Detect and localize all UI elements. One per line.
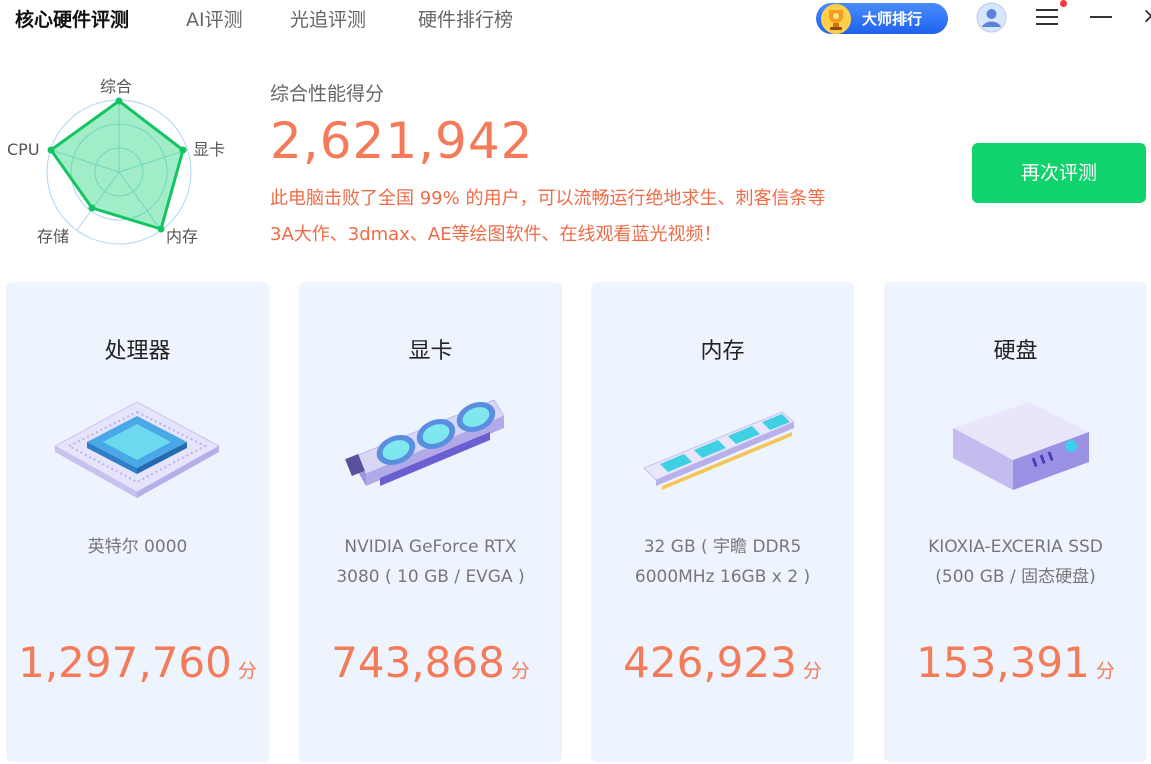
card-score-unit: 分 xyxy=(802,660,822,682)
card-score-value: 743,868 xyxy=(331,638,505,687)
notification-dot xyxy=(1060,0,1067,7)
graphics-card-icon xyxy=(345,399,505,486)
card-cpu[interactable]: 处理器 英特尔 0000 1,297,760 分 xyxy=(6,282,269,762)
card-memory[interactable]: 内存 32 GB ( 宇瞻 DDR5 6000MHz 16GB x 2 ) 42… xyxy=(591,282,854,762)
device-name-line-1: NVIDIA GeForce RTX xyxy=(344,537,517,557)
overall-score-value: 2,621,942 xyxy=(270,112,534,170)
trophy-icon xyxy=(821,4,851,34)
tab-ray-tracing[interactable]: 光追评测 xyxy=(290,5,366,32)
hard-disk-icon xyxy=(953,402,1089,490)
card-score-value: 1,297,760 xyxy=(18,638,232,687)
memory-stick-icon xyxy=(643,411,795,490)
card-score: 426,923 分 xyxy=(591,638,854,687)
close-icon[interactable]: × xyxy=(1142,3,1151,31)
user-avatar-icon[interactable] xyxy=(976,2,1007,33)
master-rank-label: 大师排行 xyxy=(862,10,923,28)
device-name-line-1: 英特尔 0000 xyxy=(87,537,188,557)
minimize-icon[interactable] xyxy=(1090,16,1112,18)
card-title: 硬盘 xyxy=(993,339,1038,364)
card-score-unit: 分 xyxy=(1095,660,1115,682)
cpu-chip-icon xyxy=(53,401,221,498)
device-name-line-1: 32 GB ( 宇瞻 DDR5 xyxy=(643,537,802,557)
radar-label-gpu: 显卡 xyxy=(193,140,225,159)
performance-radar-chart: 综合 显卡 内存 存储 CPU xyxy=(7,77,225,246)
card-device-name: NVIDIA GeForce RTX 3080 ( 10 GB / EVGA ) xyxy=(319,532,542,592)
card-score: 153,391 分 xyxy=(884,638,1147,687)
master-rank-button[interactable]: 大师排行 xyxy=(816,3,948,34)
top-nav-bar: 核心硬件评测 AI评测 光追评测 硬件排行榜 大师排行 × xyxy=(0,0,1151,38)
card-title: 处理器 xyxy=(104,339,171,364)
tab-ai-test[interactable]: AI评测 xyxy=(186,5,243,32)
overall-score-title: 综合性能得分 xyxy=(270,83,385,105)
radar-score-area xyxy=(49,99,185,231)
card-score: 1,297,760 分 xyxy=(6,638,269,687)
card-score-value: 153,391 xyxy=(916,638,1090,687)
card-gpu[interactable]: 显卡 NVIDIA GeForce RTX 3080 ( 10 GB / EVG… xyxy=(299,282,562,762)
card-device-name: 英特尔 0000 xyxy=(26,532,249,562)
card-score-value: 426,923 xyxy=(623,638,797,687)
card-device-name: KIOXIA-EXCERIA SSD (500 GB / 固态硬盘) xyxy=(904,532,1127,592)
radar-label-memory: 内存 xyxy=(166,227,198,246)
overall-score-description: 此电脑击败了全国 99% 的用户，可以流畅运行绝地求生、刺客信条等 3A大作、3… xyxy=(270,181,930,253)
card-score-unit: 分 xyxy=(237,660,257,682)
menu-icon[interactable] xyxy=(1036,6,1060,28)
radar-label-cpu: CPU xyxy=(7,140,40,159)
device-name-line-2: 6000MHz 16GB x 2 ) xyxy=(634,567,811,587)
card-disk[interactable]: 硬盘 KIOXIA-EXCERIA SSD (500 GB / 固态硬盘) 15… xyxy=(884,282,1147,762)
description-line-2: 3A大作、3dmax、AE等绘图软件、在线观看蓝光视频！ xyxy=(270,224,722,245)
card-score-unit: 分 xyxy=(510,660,530,682)
tab-hardware-ranking[interactable]: 硬件排行榜 xyxy=(418,5,513,32)
tab-core-hardware[interactable]: 核心硬件评测 xyxy=(15,5,129,32)
retest-button[interactable]: 再次评测 xyxy=(972,143,1146,203)
card-title: 显卡 xyxy=(408,339,453,364)
card-device-name: 32 GB ( 宇瞻 DDR5 6000MHz 16GB x 2 ) xyxy=(611,532,834,592)
device-name-line-2: 3080 ( 10 GB / EVGA ) xyxy=(336,567,525,587)
card-score: 743,868 分 xyxy=(299,638,562,687)
device-name-line-1: KIOXIA-EXCERIA SSD xyxy=(928,537,1103,557)
card-title: 内存 xyxy=(700,339,745,364)
radar-label-overall: 综合 xyxy=(100,77,132,96)
description-line-1: 此电脑击败了全国 99% 的用户，可以流畅运行绝地求生、刺客信条等 xyxy=(270,188,826,209)
radar-label-storage: 存储 xyxy=(37,227,69,246)
device-name-line-2: (500 GB / 固态硬盘) xyxy=(935,567,1096,587)
